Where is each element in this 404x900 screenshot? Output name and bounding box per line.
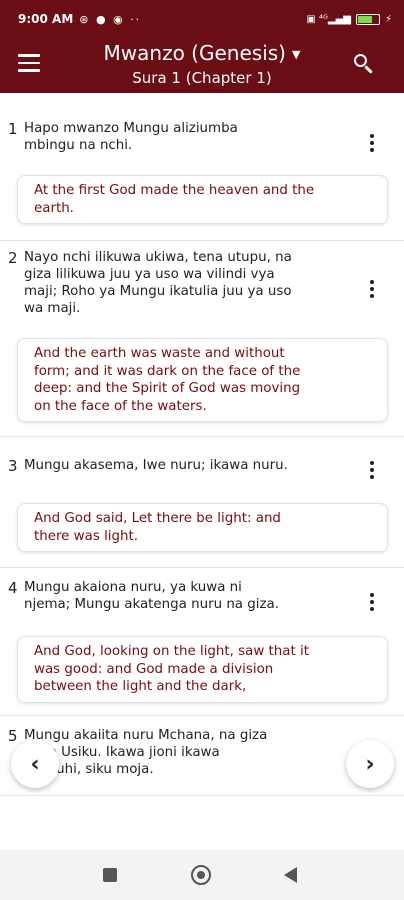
verse-text: Nayo nchi ilikuwa ukiwa, tena utupu, na … <box>24 250 292 316</box>
book-title-row: Mwanzo (Genesis) ▼ <box>70 40 334 68</box>
divider <box>0 715 404 716</box>
verse-number: 2 <box>8 249 18 267</box>
verse-options-icon[interactable] <box>362 590 382 614</box>
verse-number: 1 <box>8 120 18 138</box>
translation-text: And God said, Let there be light: and th… <box>34 511 281 544</box>
status-bar: 9:00 AM ⊛ ● ◉ ·· ▣ ⁴ᴳ▂▄▆ ⚡ <box>0 0 404 38</box>
translation-card[interactable]: And God said, Let there be light: and th… <box>17 503 388 552</box>
status-right-icons: ▣ ⁴ᴳ▂▄▆ ⚡ <box>306 13 392 25</box>
verse-text: Hapo mwanzo Mungu aliziumba mbingu na nc… <box>24 121 238 153</box>
next-chapter-button[interactable]: › <box>346 740 394 788</box>
hamburger-menu-icon[interactable] <box>18 54 40 74</box>
translation-card[interactable]: And God, looking on the light, saw that … <box>17 636 388 703</box>
battery-icon <box>355 13 380 25</box>
home-circle-icon[interactable] <box>191 865 211 885</box>
verse-text: Mungu akaiona nuru, ya kuwa ni njema; Mu… <box>24 580 279 612</box>
verse-options-icon[interactable] <box>362 131 382 155</box>
charging-icon: ⚡ <box>384 13 392 25</box>
recents-square-icon[interactable] <box>103 868 117 882</box>
dropdown-caret-icon: ▼ <box>291 47 301 61</box>
app-bar: Mwanzo (Genesis) ▼ Sura 1 (Chapter 1) <box>0 38 404 93</box>
verse-list[interactable]: 1 Hapo mwanzo Mungu aliziumba mbingu na … <box>0 93 404 850</box>
chevron-right-icon: › <box>365 751 375 777</box>
verse-item: 5 Mungu akaiita nuru Mchana, na giza ali… <box>0 727 404 778</box>
verse-text: Mungu akasema, Iwe nuru; ikawa nuru. <box>24 458 288 473</box>
translation-text: And the earth was waste and without form… <box>34 346 301 414</box>
signal-icon: ▣ ⁴ᴳ▂▄▆ <box>306 13 351 25</box>
translation-card[interactable]: And the earth was waste and without form… <box>17 338 388 422</box>
verse-options-icon[interactable] <box>362 458 382 482</box>
divider <box>0 567 404 568</box>
verse-text: Mungu akaiita nuru Mchana, na giza aliit… <box>24 728 268 777</box>
translation-text: And God, looking on the light, saw that … <box>34 644 309 694</box>
system-navigation-bar <box>0 850 404 900</box>
book-title: Mwanzo (Genesis) <box>103 41 286 65</box>
verse-number: 5 <box>8 727 18 745</box>
divider <box>0 436 404 437</box>
verse-item: 3 Mungu akasema, Iwe nuru; ikawa nuru. <box>0 457 404 475</box>
back-triangle-icon[interactable] <box>284 867 297 883</box>
chevron-left-icon: ‹ <box>30 751 40 777</box>
verse-item: 1 Hapo mwanzo Mungu aliziumba mbingu na … <box>0 120 404 154</box>
divider <box>0 795 404 796</box>
previous-chapter-button[interactable]: ‹ <box>11 740 59 788</box>
divider <box>0 240 404 241</box>
status-time: 9:00 AM <box>18 12 74 26</box>
translation-text: At the first God made the heaven and the… <box>34 183 315 216</box>
chapter-subtitle: Sura 1 (Chapter 1) <box>132 68 272 87</box>
verse-number: 3 <box>8 457 18 475</box>
search-icon[interactable] <box>352 52 376 76</box>
notification-icons: ⊛ ● ◉ ·· <box>79 12 142 26</box>
verse-item: 2 Nayo nchi ilikuwa ukiwa, tena utupu, n… <box>0 249 404 317</box>
translation-card[interactable]: At the first God made the heaven and the… <box>17 175 388 224</box>
verse-number: 4 <box>8 579 18 597</box>
verse-item: 4 Mungu akaiona nuru, ya kuwa ni njema; … <box>0 579 404 613</box>
verse-options-icon[interactable] <box>362 277 382 301</box>
book-chapter-selector[interactable]: Mwanzo (Genesis) ▼ Sura 1 (Chapter 1) <box>70 40 334 88</box>
